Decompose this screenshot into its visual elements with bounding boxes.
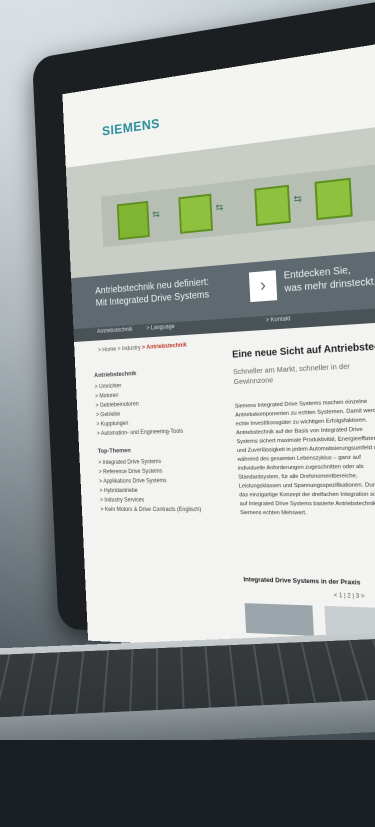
banner-next-button[interactable]: › bbox=[248, 270, 278, 303]
link-icon: ⇆ bbox=[152, 209, 161, 221]
topic-item[interactable]: > Hybridantriebe bbox=[99, 488, 224, 494]
motor-icon bbox=[178, 193, 213, 234]
link-icon: ⇆ bbox=[293, 193, 303, 206]
keyboard bbox=[0, 637, 375, 719]
banner-right-text: Entdecken Sie, was mehr drinsteckt. bbox=[283, 262, 375, 296]
banner-left-text: Antriebstechnik neu definiert: Mit Integ… bbox=[95, 276, 210, 310]
sidebar-heading: Antriebstechnik bbox=[93, 370, 137, 380]
sidebar-item[interactable]: > Getriebe bbox=[96, 408, 220, 418]
page-content: > Home > Industry > Antriebstechnik Antr… bbox=[74, 319, 375, 660]
link-icon: ⇆ bbox=[215, 202, 224, 214]
breadcrumb-current: > Antriebstechnik bbox=[141, 342, 187, 352]
pagination[interactable]: < 1 | 2 | 3 > bbox=[334, 593, 365, 600]
gearbox-icon bbox=[314, 177, 353, 221]
nav-item-language[interactable]: > Language bbox=[146, 324, 175, 332]
drive-system-diagram: ⇆ ⇆ ⇆ bbox=[100, 163, 375, 248]
sidebar-item[interactable]: > Automation- und Engineering-Tools bbox=[97, 428, 221, 437]
topics-heading: Top-Themen bbox=[97, 447, 131, 455]
sidebar-item[interactable]: > Motoren bbox=[95, 389, 219, 400]
sidebar-item[interactable]: > Kupplungen bbox=[96, 418, 220, 428]
laptop-base bbox=[0, 631, 375, 753]
page-body-text: Siemens Integrated Drive Systems machen … bbox=[234, 398, 375, 517]
page-subtitle: Schneller am Markt, schneller in der Gew… bbox=[232, 361, 351, 387]
topic-item[interactable]: > Integrated Drive Systems bbox=[98, 458, 223, 466]
page-title: Eine neue Sicht auf Antriebstechnik bbox=[231, 340, 375, 361]
video-thumbnail[interactable] bbox=[244, 603, 314, 636]
topic-item[interactable]: > Kein Motors & Drive Contracts (Englisc… bbox=[100, 507, 225, 513]
breadcrumb-home[interactable]: > Home bbox=[98, 347, 116, 354]
nav-item-kontakt[interactable]: > Kontakt bbox=[266, 316, 291, 324]
nav-item-antriebstechnik[interactable]: Antriebstechnik bbox=[97, 327, 132, 335]
topic-item[interactable]: > Reference Drive Systems bbox=[99, 468, 224, 476]
siemens-logo: SIEMENS bbox=[101, 115, 161, 139]
chevron-right-icon: › bbox=[259, 275, 267, 296]
foreground-shadow bbox=[0, 740, 375, 827]
sidebar-item[interactable]: > Getriebemotoren bbox=[95, 398, 219, 409]
sidebar: Antriebstechnik > Umrichter > Motoren > … bbox=[94, 362, 226, 517]
inverter-icon bbox=[116, 200, 150, 241]
breadcrumb: > Home > Industry > Antriebstechnik bbox=[98, 343, 187, 354]
laptop-screen: SIEMENS ⇆ ⇆ ⇆ Antriebstechnik neu defini… bbox=[62, 37, 375, 660]
coupling-icon bbox=[254, 184, 291, 227]
section-title: Integrated Drive Systems in der Praxis bbox=[243, 576, 361, 587]
topic-item[interactable]: > Applikations Drive Systems bbox=[99, 478, 224, 484]
breadcrumb-industry[interactable]: > Industry bbox=[117, 345, 140, 352]
topic-item[interactable]: > Industry Services bbox=[100, 497, 225, 504]
